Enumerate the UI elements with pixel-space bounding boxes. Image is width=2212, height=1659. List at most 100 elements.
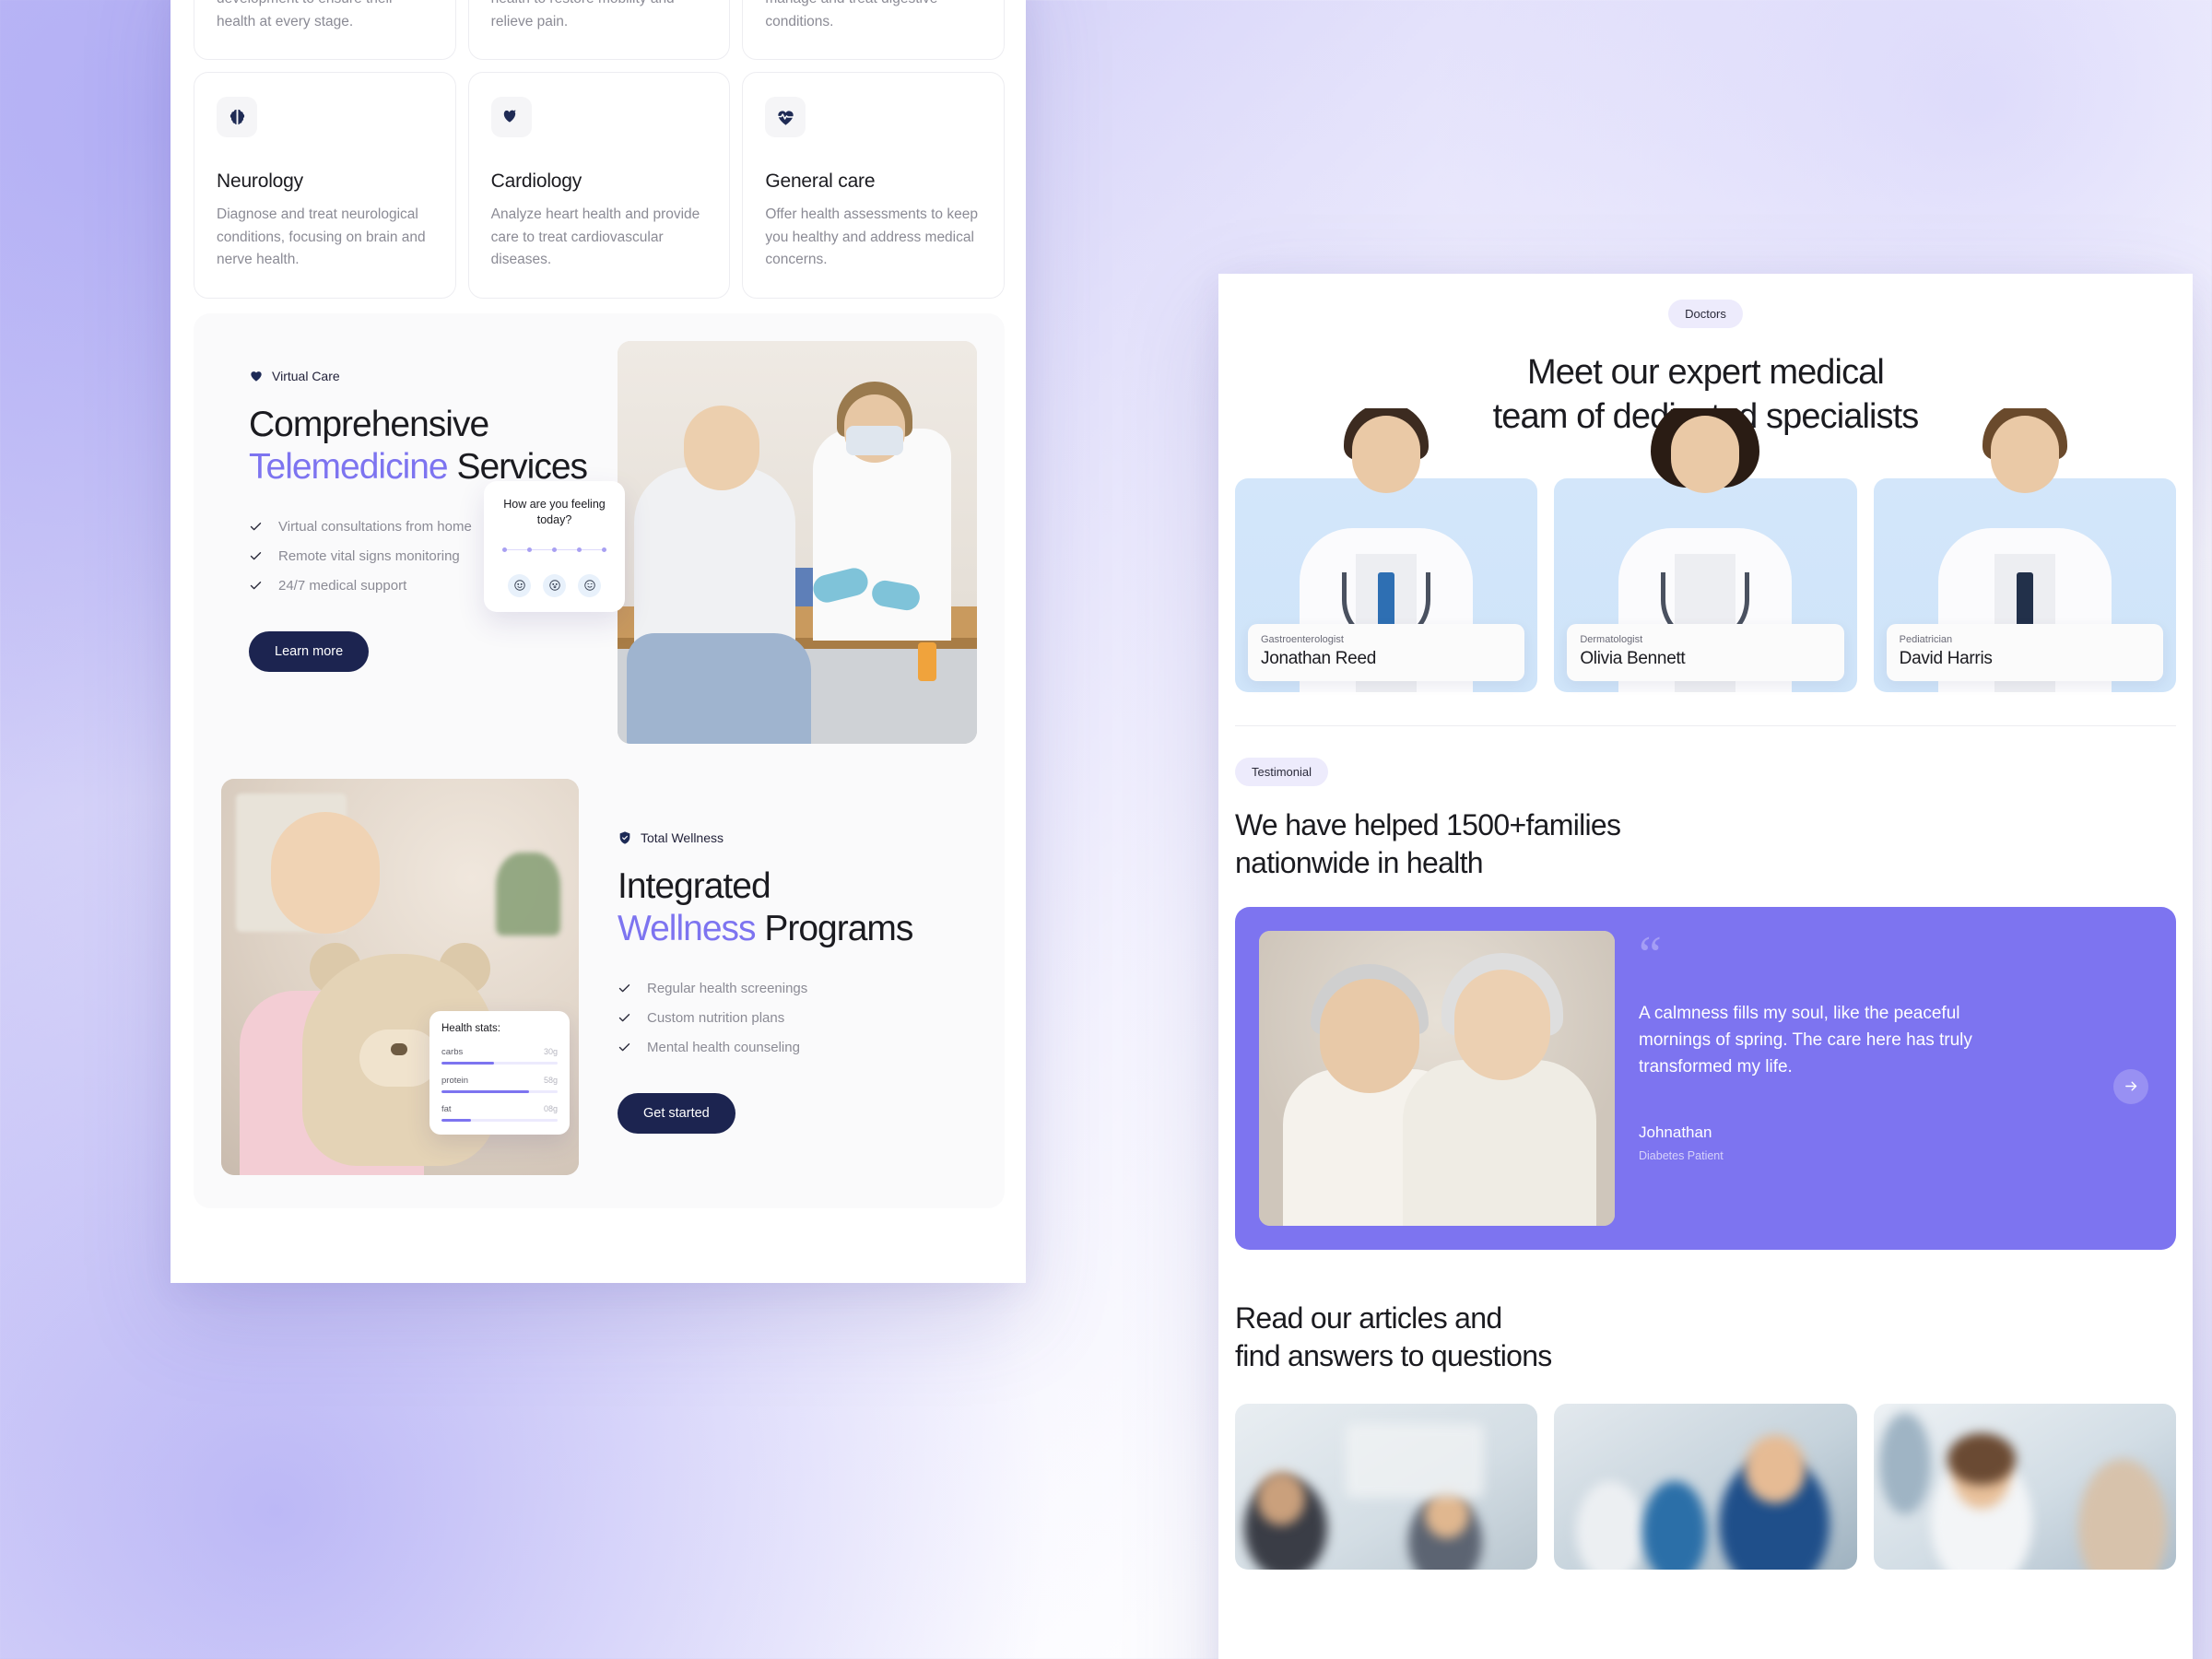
- left-page-preview: Pediatrics Monitor your child's growth a…: [171, 0, 1026, 1283]
- feature-label: Virtual consultations from home: [278, 519, 472, 535]
- mood-slider-dot[interactable]: [577, 547, 582, 552]
- stat-name: carbs: [441, 1047, 464, 1057]
- stat-value: 08g: [543, 1104, 558, 1113]
- check-icon: [618, 982, 631, 995]
- doctors-list: Gastroenterologist Jonathan Reed Dermato…: [1218, 407, 2193, 692]
- service-desc: Evaluate your digestive system to manage…: [765, 0, 937, 29]
- article-card[interactable]: [1235, 1403, 1538, 1570]
- wellness-feature-list: Regular health screenings Custom nutriti…: [618, 981, 912, 1055]
- health-stats-title: Health stats:: [441, 1023, 500, 1034]
- mood-slider-dot[interactable]: [502, 547, 507, 552]
- service-desc: Offer health assessments to keep you hea…: [765, 206, 978, 268]
- testimonial-section-header: Testimonial We have helped 1500+families…: [1218, 726, 2193, 883]
- wellness-eyebrow-label: Total Wellness: [641, 830, 724, 845]
- check-icon: [249, 579, 263, 593]
- smiley-face-icon[interactable]: [508, 573, 531, 597]
- testimonial-next-button[interactable]: [2113, 1068, 2148, 1104]
- check-icon: [618, 1011, 631, 1025]
- feature-section: Virtual Care Comprehensive Telemedicine …: [194, 313, 1005, 1208]
- heart-anatomy-icon: [490, 97, 532, 138]
- doctor-label: Dermatologist Olivia Bennett: [1567, 623, 1844, 681]
- telemedicine-visual: How are you feeling today?: [484, 341, 977, 744]
- service-desc: Monitor your child's growth and developm…: [217, 0, 394, 29]
- right-page-preview: Doctors Meet our expert medical team of …: [1218, 274, 2193, 1659]
- doctor-name: David Harris: [1899, 648, 1993, 668]
- heading-line-1: Integrated: [618, 866, 771, 906]
- service-card[interactable]: Cardiology Analyze heart health and prov…: [467, 72, 731, 299]
- feature-label: Remote vital signs monitoring: [278, 548, 460, 565]
- arrow-right-icon: [2124, 1078, 2139, 1094]
- mood-slider-dot[interactable]: [552, 547, 558, 552]
- doctor-name: Jonathan Reed: [1261, 648, 1376, 668]
- mood-slider-dot[interactable]: [602, 547, 607, 552]
- stat-name: fat: [441, 1104, 452, 1114]
- service-desc: Diagnose and treat neurological conditio…: [217, 206, 426, 268]
- clinic-photo: [618, 341, 977, 744]
- happy-face-icon[interactable]: [578, 573, 601, 597]
- doctor-card[interactable]: Pediatrician David Harris: [1873, 407, 2176, 692]
- service-desc: Analyze heart health and provide care to…: [490, 206, 700, 268]
- doctor-name: Olivia Bennett: [1580, 648, 1686, 668]
- testimonial-quote: A calmness fills my soul, like the peace…: [1639, 1004, 1972, 1077]
- doctor-specialty: Gastroenterologist: [1261, 633, 1344, 645]
- doctor-label: Gastroenterologist Jonathan Reed: [1248, 623, 1525, 681]
- article-card[interactable]: [1554, 1403, 1857, 1570]
- testimonial-heading: We have helped 1500+families nationwide …: [1235, 806, 2176, 883]
- testimonial-card: “ A calmness fills my soul, like the pea…: [1235, 906, 2176, 1250]
- neutral-face-icon[interactable]: [543, 573, 566, 597]
- mood-face-options: [497, 573, 612, 597]
- articles-section-header: Read our articles and find answers to qu…: [1218, 1250, 2193, 1376]
- stat-bar: [441, 1090, 558, 1093]
- testimonial-photo: [1259, 930, 1615, 1226]
- stat-name: protein: [441, 1076, 469, 1086]
- heading-accent: Telemedicine: [249, 446, 449, 487]
- stat-row: fat 08g: [441, 1104, 558, 1122]
- list-item: Custom nutrition plans: [618, 1010, 912, 1026]
- service-card[interactable]: Pediatrics Monitor your child's growth a…: [194, 0, 456, 61]
- articles-heading-line-1: Read our articles and: [1235, 1300, 1502, 1335]
- learn-more-button[interactable]: Learn more: [249, 631, 370, 673]
- stat-value: 58g: [543, 1076, 558, 1085]
- doctor-card[interactable]: Gastroenterologist Jonathan Reed: [1235, 407, 1538, 692]
- feature-label: Mental health counseling: [647, 1040, 800, 1056]
- wellness-copy: Total Wellness Integrated Wellness Progr…: [618, 779, 913, 1175]
- doctor-specialty: Pediatrician: [1899, 633, 1953, 645]
- telemedicine-heading: Comprehensive Telemedicine Services: [249, 404, 601, 488]
- service-card[interactable]: Orthopedics We assess musculoskeletal he…: [467, 0, 731, 61]
- brain-icon: [217, 97, 257, 138]
- feature-label: Custom nutrition plans: [647, 1010, 785, 1027]
- wellness-block: Health stats: carbs 30g protein 58g fat …: [221, 779, 977, 1175]
- mood-check-widget[interactable]: How are you feeling today?: [484, 481, 625, 612]
- telemedicine-block: Virtual Care Comprehensive Telemedicine …: [221, 341, 977, 744]
- check-icon: [249, 549, 263, 563]
- list-item: Mental health counseling: [618, 1040, 912, 1055]
- child-photo: Health stats: carbs 30g protein 58g fat …: [221, 779, 579, 1175]
- telemedicine-eyebrow: Virtual Care: [249, 369, 601, 383]
- mood-slider-dot[interactable]: [527, 547, 533, 552]
- service-title: Neurology: [217, 171, 303, 193]
- health-stats-widget: Health stats: carbs 30g protein 58g fat …: [429, 1011, 570, 1135]
- stat-row: protein 58g: [441, 1076, 558, 1093]
- title-line-1: Meet our expert medical: [1527, 353, 1885, 392]
- service-title: Cardiology: [490, 171, 582, 193]
- service-card[interactable]: Neurology Diagnose and treat neurologica…: [194, 72, 456, 299]
- doctor-card[interactable]: Dermatologist Olivia Bennett: [1554, 407, 1857, 692]
- telemedicine-eyebrow-label: Virtual Care: [272, 369, 340, 383]
- service-desc: We assess musculoskeletal health to rest…: [490, 0, 675, 29]
- get-started-button[interactable]: Get started: [618, 1093, 735, 1135]
- article-card[interactable]: [1873, 1403, 2176, 1570]
- doctor-specialty: Dermatologist: [1580, 633, 1643, 645]
- check-icon: [618, 1041, 631, 1054]
- mood-slider[interactable]: [502, 547, 607, 552]
- quote-mark-icon: “: [1639, 925, 1662, 983]
- wellness-eyebrow: Total Wellness: [618, 830, 912, 845]
- feature-label: Regular health screenings: [647, 981, 808, 997]
- wellness-heading: Integrated Wellness Programs: [618, 865, 913, 949]
- heading-rest: Programs: [755, 908, 913, 948]
- stat-value: 30g: [543, 1047, 558, 1056]
- heart-icon: [249, 369, 264, 383]
- services-grid: Pediatrics Monitor your child's growth a…: [194, 0, 1005, 299]
- service-card[interactable]: General care Offer health assessments to…: [742, 72, 1005, 299]
- heading-line-1: Comprehensive: [249, 405, 489, 444]
- service-card[interactable]: Gastroenterology Evaluate your digestive…: [742, 0, 1005, 61]
